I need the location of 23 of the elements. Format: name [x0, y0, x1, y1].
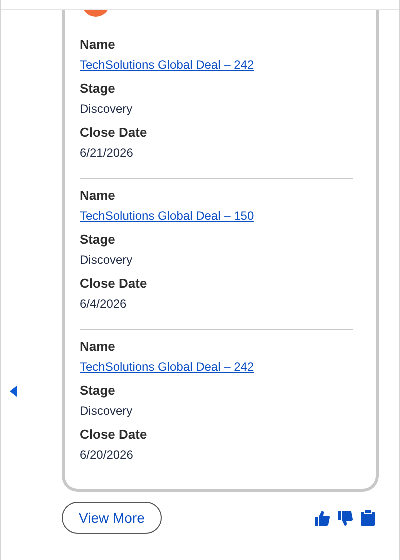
field-label: Close Date [80, 427, 148, 443]
field-label: Close Date [80, 125, 148, 141]
field-label: Name [80, 37, 116, 53]
field-value: Discovery [80, 101, 133, 117]
field-label: Name [80, 188, 116, 204]
field-value: 6/4/2026 [80, 296, 127, 312]
clipboard-icon[interactable] [361, 510, 375, 526]
record-link[interactable]: TechSolutions Global Deal – 150 [80, 208, 254, 224]
field-label: Stage [80, 81, 116, 97]
record-link[interactable]: TechSolutions Global Deal – 242 [80, 57, 254, 73]
field-value: 6/20/2026 [80, 447, 134, 463]
field-label: Close Date [80, 276, 148, 292]
field-label: Stage [80, 232, 116, 248]
field-value: Discovery [80, 403, 133, 419]
field-label: Stage [80, 383, 116, 399]
thumbs-up-icon[interactable] [315, 510, 330, 526]
record-link[interactable]: TechSolutions Global Deal – 242 [80, 359, 254, 375]
view-more-button[interactable]: View More [62, 502, 162, 534]
caret-left-icon[interactable] [10, 386, 18, 397]
field-value: 6/21/2026 [80, 145, 134, 161]
field-label: Name [80, 339, 116, 355]
field-value: Discovery [80, 252, 133, 268]
thumbs-down-icon[interactable] [338, 510, 353, 526]
